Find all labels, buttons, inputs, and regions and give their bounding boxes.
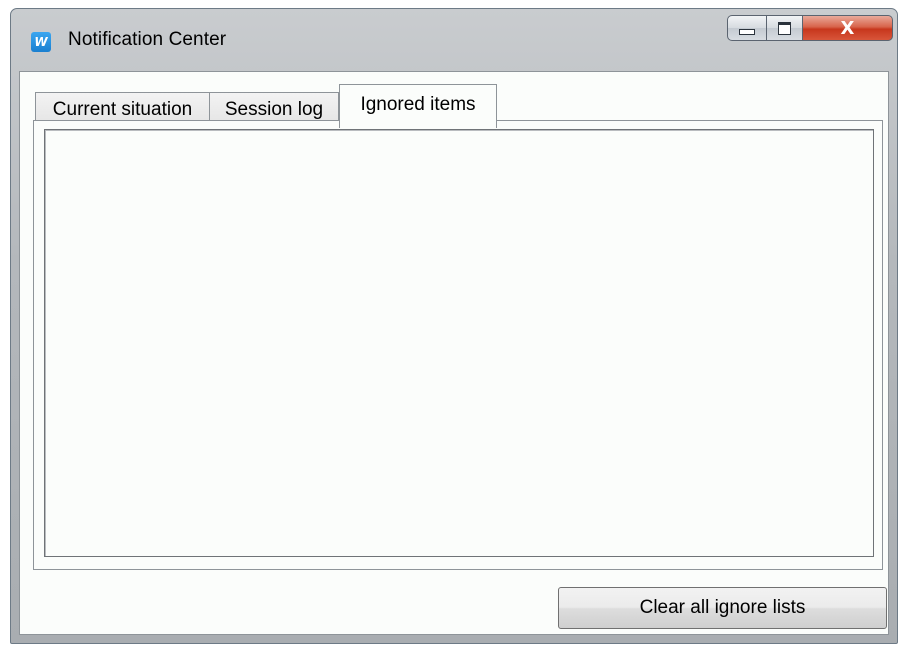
close-icon: X — [840, 17, 855, 39]
ignored-items-list[interactable] — [44, 129, 874, 557]
maximize-icon — [778, 21, 791, 35]
minimize-button[interactable] — [727, 15, 767, 41]
ignored-items-panel — [33, 120, 883, 570]
title-bar[interactable]: W Notification Center X — [11, 9, 897, 71]
clear-all-ignore-lists-button[interactable]: Clear all ignore lists — [558, 587, 887, 629]
caption-buttons: X — [727, 15, 893, 43]
tab-ignored-items[interactable]: Ignored items — [339, 84, 497, 128]
minimize-icon — [739, 29, 755, 35]
maximize-button[interactable] — [767, 15, 803, 41]
app-icon: W — [31, 32, 51, 52]
notification-center-window: W Notification Center X Current situatio… — [10, 8, 898, 644]
client-area: Current situation Session log Ignored it… — [19, 71, 889, 635]
close-button[interactable]: X — [803, 15, 893, 41]
window-title: Notification Center — [68, 29, 227, 50]
